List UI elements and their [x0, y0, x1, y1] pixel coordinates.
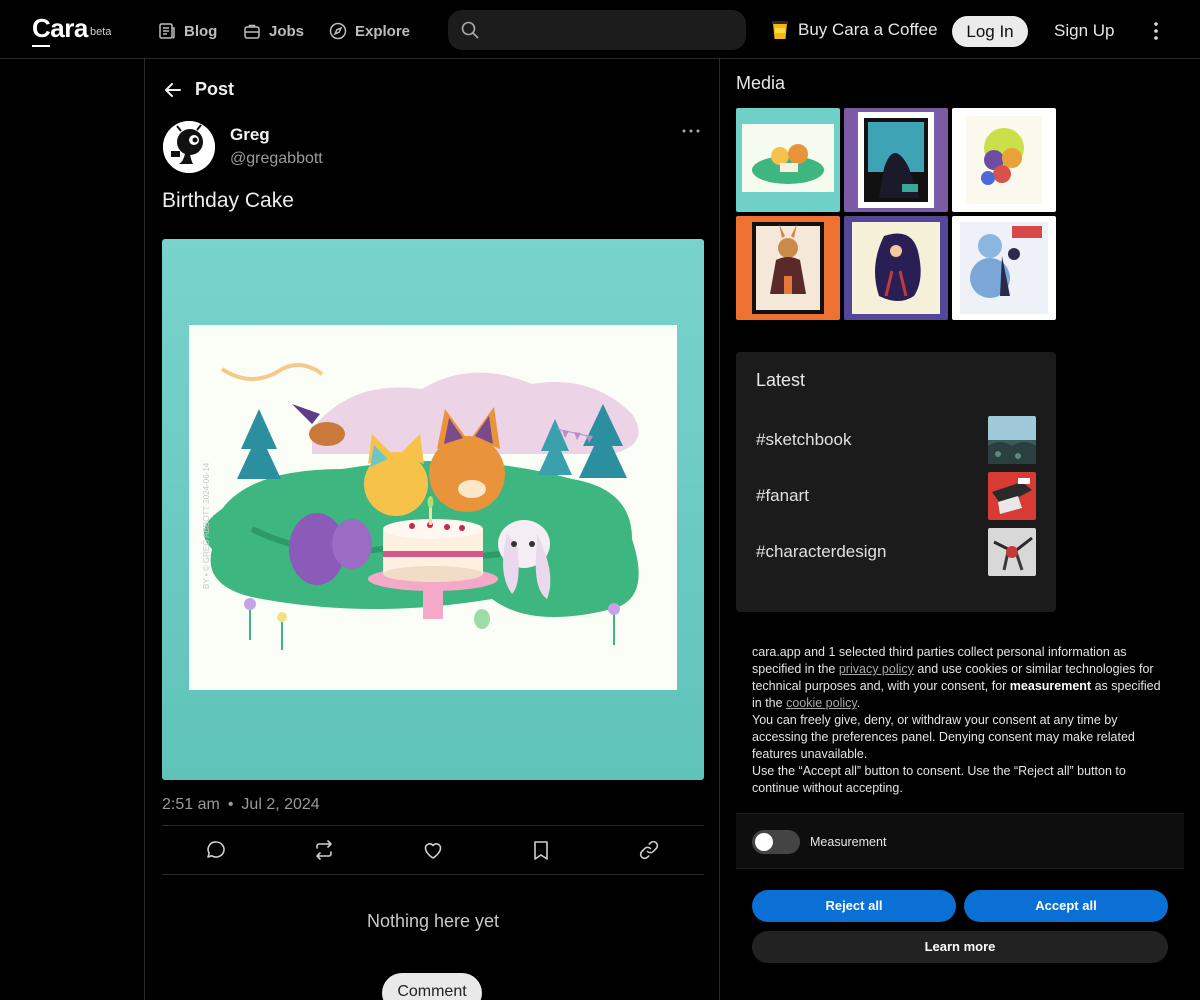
- toggle-knob: [755, 833, 773, 851]
- measurement-toggle-row: Measurement: [736, 813, 1184, 869]
- privacy-policy-link[interactable]: privacy policy: [839, 662, 914, 676]
- latest-panel: Latest #sketchbook #fanart #characterdes…: [736, 352, 1056, 612]
- empty-comments-text: Nothing here yet: [366, 911, 500, 931]
- search-bar[interactable]: [448, 10, 746, 50]
- post-title: Birthday Cake: [162, 189, 294, 212]
- nav-blog[interactable]: Blog: [158, 20, 217, 42]
- avatar[interactable]: [163, 121, 215, 173]
- tag-sketchbook[interactable]: #sketchbook: [756, 430, 851, 450]
- thumb-image: [988, 528, 1036, 576]
- briefcase-icon: [244, 24, 260, 39]
- comment-icon[interactable]: [205, 839, 227, 861]
- comment-button[interactable]: Comment: [382, 973, 482, 1000]
- tag-characterdesign-thumb[interactable]: [988, 528, 1036, 576]
- nav-explore-label: Explore: [355, 22, 411, 40]
- beta-badge: beta: [90, 26, 112, 38]
- thumb-image: [988, 472, 1036, 520]
- media-thumb-bears[interactable]: [952, 216, 1056, 320]
- bookmark-icon[interactable]: [530, 839, 552, 861]
- nav-jobs[interactable]: Jobs: [243, 20, 304, 42]
- coffee-cup-icon: [772, 21, 788, 39]
- post-timestamp: 2:51 am • Jul 2, 2024: [162, 796, 320, 814]
- latest-heading: Latest: [756, 370, 806, 390]
- post-date: Jul 2, 2024: [241, 796, 320, 813]
- tag-characterdesign[interactable]: #characterdesign: [756, 542, 886, 562]
- media-thumb-silhouette[interactable]: [844, 216, 948, 320]
- back-label: Post: [195, 79, 235, 99]
- accept-all-button[interactable]: Accept all: [964, 890, 1168, 922]
- heart-icon[interactable]: [422, 839, 444, 861]
- nav-blog-label: Blog: [184, 22, 218, 40]
- post-artwork-image[interactable]: BY • © GREG ABBOTT 2024-06-14: [162, 239, 704, 780]
- consent-paragraph-2: You can freely give, deny, or withdraw y…: [752, 713, 1135, 761]
- more-horizontal-icon[interactable]: [681, 125, 701, 137]
- thumb-image: [952, 108, 1056, 212]
- birthday-cake-illustration: BY • © GREG ABBOTT 2024-06-14: [162, 239, 704, 780]
- tag-fanart[interactable]: #fanart: [756, 486, 809, 506]
- learn-more-button[interactable]: Learn more: [752, 931, 1168, 963]
- media-heading: Media: [736, 73, 786, 93]
- author-avatar-logo: [163, 121, 215, 173]
- thumb-image: [952, 216, 1056, 320]
- tag-fanart-thumb[interactable]: [988, 472, 1036, 520]
- media-thumb-characters[interactable]: [952, 108, 1056, 212]
- consent-text: cara.app and 1 selected third parties co…: [752, 644, 1172, 797]
- measurement-toggle[interactable]: [752, 830, 800, 854]
- more-vertical-icon[interactable]: [1146, 20, 1166, 42]
- post-column: Post Greg @gregabbott Birthday Cake BY •…: [144, 59, 720, 1000]
- media-thumb-window[interactable]: [844, 108, 948, 212]
- login-button[interactable]: Log In: [952, 16, 1028, 47]
- reject-all-button[interactable]: Reject all: [752, 890, 956, 922]
- post-time: 2:51 am: [162, 796, 220, 813]
- newspaper-icon: [159, 23, 175, 39]
- buy-coffee-link[interactable]: Buy Cara a Coffee: [772, 20, 938, 40]
- media-thumb-birthday[interactable]: [736, 108, 840, 212]
- search-icon: [461, 21, 479, 39]
- search-input[interactable]: [492, 18, 732, 42]
- consent-text-segment: .: [856, 696, 861, 710]
- back-button[interactable]: Post: [163, 79, 234, 100]
- author-handle[interactable]: @gregabbott: [230, 150, 323, 168]
- arrow-left-icon: [165, 82, 181, 97]
- signup-button[interactable]: Sign Up: [1054, 21, 1114, 41]
- post-action-bar: [162, 825, 704, 875]
- cookie-consent-banner: cara.app and 1 selected third parties co…: [736, 630, 1184, 985]
- link-icon[interactable]: [638, 839, 660, 861]
- media-thumb-rabbit[interactable]: [736, 216, 840, 320]
- author-name[interactable]: Greg: [230, 125, 270, 145]
- compass-icon: [329, 22, 347, 40]
- cookie-policy-link[interactable]: cookie policy: [786, 696, 857, 710]
- top-navigation-bar: Cara beta Blog Jobs Explore Buy Cara a C…: [0, 0, 1200, 59]
- thumb-image: [844, 216, 948, 320]
- nav-explore[interactable]: Explore: [329, 20, 410, 42]
- repost-icon[interactable]: [313, 839, 335, 861]
- tag-sketchbook-thumb[interactable]: [988, 416, 1036, 464]
- thumb-image: [844, 108, 948, 212]
- consent-measurement-bold: measurement: [1009, 679, 1092, 693]
- nav-jobs-label: Jobs: [269, 22, 305, 40]
- measurement-toggle-label: Measurement: [810, 835, 887, 849]
- thumb-image: [988, 416, 1036, 464]
- thumb-image: [736, 216, 840, 320]
- image-caption: BY • © GREG ABBOTT 2024-06-14: [202, 462, 211, 589]
- buy-coffee-label: Buy Cara a Coffee: [798, 20, 938, 39]
- cara-logo[interactable]: Cara: [32, 13, 88, 47]
- thumb-image: [736, 108, 840, 212]
- consent-paragraph-3: Use the “Accept all” button to consent. …: [752, 764, 1126, 795]
- timestamp-separator: •: [227, 796, 234, 813]
